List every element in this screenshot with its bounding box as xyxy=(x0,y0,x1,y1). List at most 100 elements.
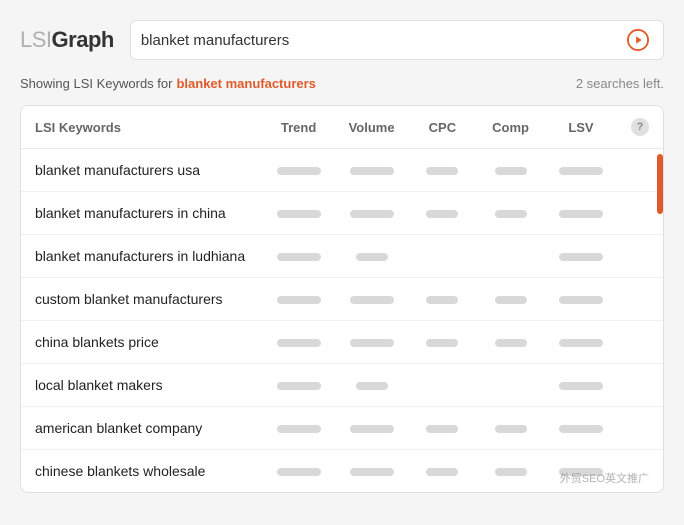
volume-cell xyxy=(335,407,409,450)
cpc-bar xyxy=(426,339,458,347)
cpc-bar xyxy=(426,425,458,433)
comp-bar xyxy=(495,468,527,476)
info-cell xyxy=(617,235,663,278)
subtitle-left: Showing LSI Keywords for blanket manufac… xyxy=(20,76,316,91)
search-input[interactable] xyxy=(141,32,623,49)
comp-bar xyxy=(495,296,527,304)
lsi-table: LSI Keywords Trend Volume CPC Comp LSV ?… xyxy=(21,106,663,492)
cpc-cell xyxy=(409,278,477,321)
info-cell xyxy=(617,407,663,450)
table-row[interactable]: blanket manufacturers in china xyxy=(21,192,663,235)
volume-bar xyxy=(350,468,394,476)
cpc-cell xyxy=(409,149,477,192)
keyword-cell: chinese blankets wholesale xyxy=(21,450,263,493)
trend-bar xyxy=(277,339,321,347)
col-header-volume[interactable]: Volume xyxy=(335,106,409,149)
lsv-bar xyxy=(559,296,603,304)
table-row[interactable]: local blanket makers xyxy=(21,364,663,407)
table-row[interactable]: american blanket company xyxy=(21,407,663,450)
keyword-cell: blanket manufacturers in ludhiana xyxy=(21,235,263,278)
volume-bar xyxy=(350,167,394,175)
comp-bar xyxy=(495,339,527,347)
cpc-cell xyxy=(409,235,477,278)
trend-cell xyxy=(263,450,335,493)
col-header-comp[interactable]: Comp xyxy=(476,106,545,149)
cpc-bar xyxy=(426,468,458,476)
info-icon[interactable]: ? xyxy=(631,118,649,136)
logo: LSIGraph xyxy=(20,27,114,53)
comp-cell xyxy=(476,278,545,321)
keyword-cell: china blankets price xyxy=(21,321,263,364)
trend-bar xyxy=(277,210,321,218)
cpc-bar xyxy=(426,296,458,304)
cpc-cell xyxy=(409,364,477,407)
trend-bar xyxy=(277,167,321,175)
table-row[interactable]: china blankets price xyxy=(21,321,663,364)
subtitle-keyword: blanket manufacturers xyxy=(176,76,315,91)
lsv-cell xyxy=(545,407,617,450)
cpc-cell xyxy=(409,321,477,364)
lsv-cell xyxy=(545,364,617,407)
showing-text: Showing LSI Keywords for xyxy=(20,76,172,91)
trend-bar xyxy=(277,425,321,433)
lsv-bar xyxy=(559,425,603,433)
volume-cell xyxy=(335,364,409,407)
trend-cell xyxy=(263,321,335,364)
table-body: blanket manufacturers usablanket manufac… xyxy=(21,149,663,493)
col-header-lsv[interactable]: LSV xyxy=(545,106,617,149)
volume-cell xyxy=(335,235,409,278)
lsv-bar xyxy=(559,253,603,261)
trend-cell xyxy=(263,149,335,192)
keyword-cell: blanket manufacturers in china xyxy=(21,192,263,235)
col-header-cpc[interactable]: CPC xyxy=(409,106,477,149)
lsv-cell xyxy=(545,450,617,493)
search-button[interactable] xyxy=(623,25,653,55)
comp-bar xyxy=(495,425,527,433)
volume-bar xyxy=(356,253,388,261)
volume-cell xyxy=(335,278,409,321)
comp-bar xyxy=(495,167,527,175)
scrollbar-indicator[interactable] xyxy=(657,154,663,214)
lsv-cell xyxy=(545,192,617,235)
header: LSIGraph xyxy=(20,20,664,60)
keyword-cell: custom blanket manufacturers xyxy=(21,278,263,321)
logo-lsi: LSI xyxy=(20,27,52,53)
lsv-bar xyxy=(559,468,603,476)
table-row[interactable]: chinese blankets wholesale xyxy=(21,450,663,493)
trend-bar xyxy=(277,468,321,476)
searches-left: 2 searches left. xyxy=(576,76,664,91)
cpc-cell xyxy=(409,450,477,493)
volume-cell xyxy=(335,149,409,192)
lsv-bar xyxy=(559,167,603,175)
logo-graph: Graph xyxy=(52,27,114,53)
lsv-cell xyxy=(545,321,617,364)
lsv-cell xyxy=(545,278,617,321)
trend-cell xyxy=(263,364,335,407)
lsv-bar xyxy=(559,210,603,218)
search-bar xyxy=(130,20,664,60)
keyword-cell: blanket manufacturers usa xyxy=(21,149,263,192)
cpc-bar xyxy=(426,167,458,175)
volume-bar xyxy=(350,425,394,433)
table-row[interactable]: custom blanket manufacturers xyxy=(21,278,663,321)
info-cell xyxy=(617,321,663,364)
lsv-cell xyxy=(545,235,617,278)
comp-bar xyxy=(495,210,527,218)
volume-bar xyxy=(356,382,388,390)
cpc-bar xyxy=(426,210,458,218)
col-header-keyword: LSI Keywords xyxy=(21,106,263,149)
trend-bar xyxy=(277,253,321,261)
search-arrow-icon xyxy=(627,29,649,51)
app-container: LSIGraph Showing LSI Keywords for blanke… xyxy=(0,0,684,525)
comp-cell xyxy=(476,235,545,278)
table-row[interactable]: blanket manufacturers usa xyxy=(21,149,663,192)
comp-cell xyxy=(476,192,545,235)
info-cell xyxy=(617,364,663,407)
col-header-trend[interactable]: Trend xyxy=(263,106,335,149)
comp-cell xyxy=(476,450,545,493)
volume-cell xyxy=(335,192,409,235)
table-row[interactable]: blanket manufacturers in ludhiana xyxy=(21,235,663,278)
volume-cell xyxy=(335,450,409,493)
keyword-cell: local blanket makers xyxy=(21,364,263,407)
table-container: LSI Keywords Trend Volume CPC Comp LSV ?… xyxy=(20,105,664,493)
